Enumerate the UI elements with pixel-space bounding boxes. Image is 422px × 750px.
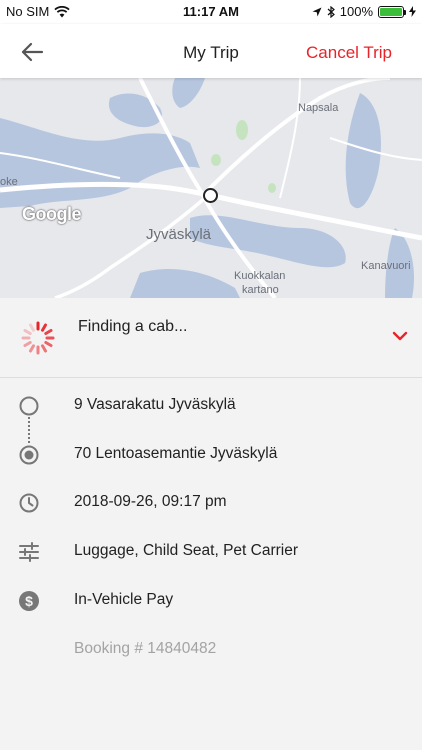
dropoff-radio-icon bbox=[19, 445, 39, 465]
sliders-icon bbox=[19, 542, 39, 562]
battery-percent: 100% bbox=[339, 4, 373, 19]
map-label-kartano: kartano bbox=[242, 284, 279, 296]
location-pin-icon bbox=[203, 188, 218, 203]
map-label-napsala: Napsala bbox=[298, 102, 339, 114]
nav-bar: My Trip Cancel Trip bbox=[0, 24, 422, 78]
map-label-kuokkalan: Kuokkalan bbox=[234, 270, 286, 282]
pickup-row: 9 Vasarakatu Jyväskylä bbox=[0, 392, 422, 422]
clock-icon bbox=[19, 493, 39, 513]
status-bar: No SIM 11:17 AM 100% bbox=[0, 0, 422, 24]
trip-options: Luggage, Child Seat, Pet Carrier bbox=[74, 542, 299, 559]
route-connector bbox=[28, 417, 30, 443]
trip-status-text: Finding a cab... bbox=[78, 318, 188, 335]
map-label-kanavuori: Kanavuori bbox=[361, 260, 411, 272]
dollar-circle-icon: $ bbox=[19, 591, 39, 611]
trip-status-row[interactable]: Finding a cab... bbox=[0, 298, 422, 378]
bluetooth-icon bbox=[327, 5, 335, 18]
booking-number: Booking # 14840482 bbox=[74, 640, 217, 657]
pickup-circle-icon bbox=[19, 396, 39, 416]
svg-text:$: $ bbox=[25, 593, 33, 609]
status-right: 100% bbox=[312, 4, 416, 19]
charging-bolt-icon bbox=[409, 6, 416, 17]
chevron-down-icon[interactable] bbox=[392, 330, 408, 342]
map-label-city: Jyväskylä bbox=[146, 226, 212, 243]
cancel-trip-button[interactable]: Cancel Trip bbox=[306, 43, 392, 63]
datetime-row: 2018-09-26, 09:17 pm bbox=[0, 489, 422, 519]
dropoff-row: 70 Lentoasemantie Jyväskylä bbox=[0, 441, 422, 471]
loading-spinner-icon bbox=[21, 321, 55, 355]
payment-row: $ In-Vehicle Pay bbox=[0, 587, 422, 617]
map-label-oke: oke bbox=[0, 176, 18, 188]
google-logo: Google bbox=[22, 204, 82, 224]
options-row: Luggage, Child Seat, Pet Carrier bbox=[0, 538, 422, 568]
dropoff-address: 70 Lentoasemantie Jyväskylä bbox=[74, 445, 278, 462]
location-arrow-icon bbox=[312, 7, 322, 16]
payment-method: In-Vehicle Pay bbox=[74, 591, 174, 608]
battery-icon bbox=[378, 5, 406, 18]
pickup-datetime: 2018-09-26, 09:17 pm bbox=[74, 493, 227, 510]
map-view[interactable]: Napsala oke Jyväskylä Kuokkalan kartano … bbox=[0, 78, 422, 298]
pickup-address: 9 Vasarakatu Jyväskylä bbox=[74, 396, 236, 413]
battery-fill bbox=[380, 7, 402, 16]
